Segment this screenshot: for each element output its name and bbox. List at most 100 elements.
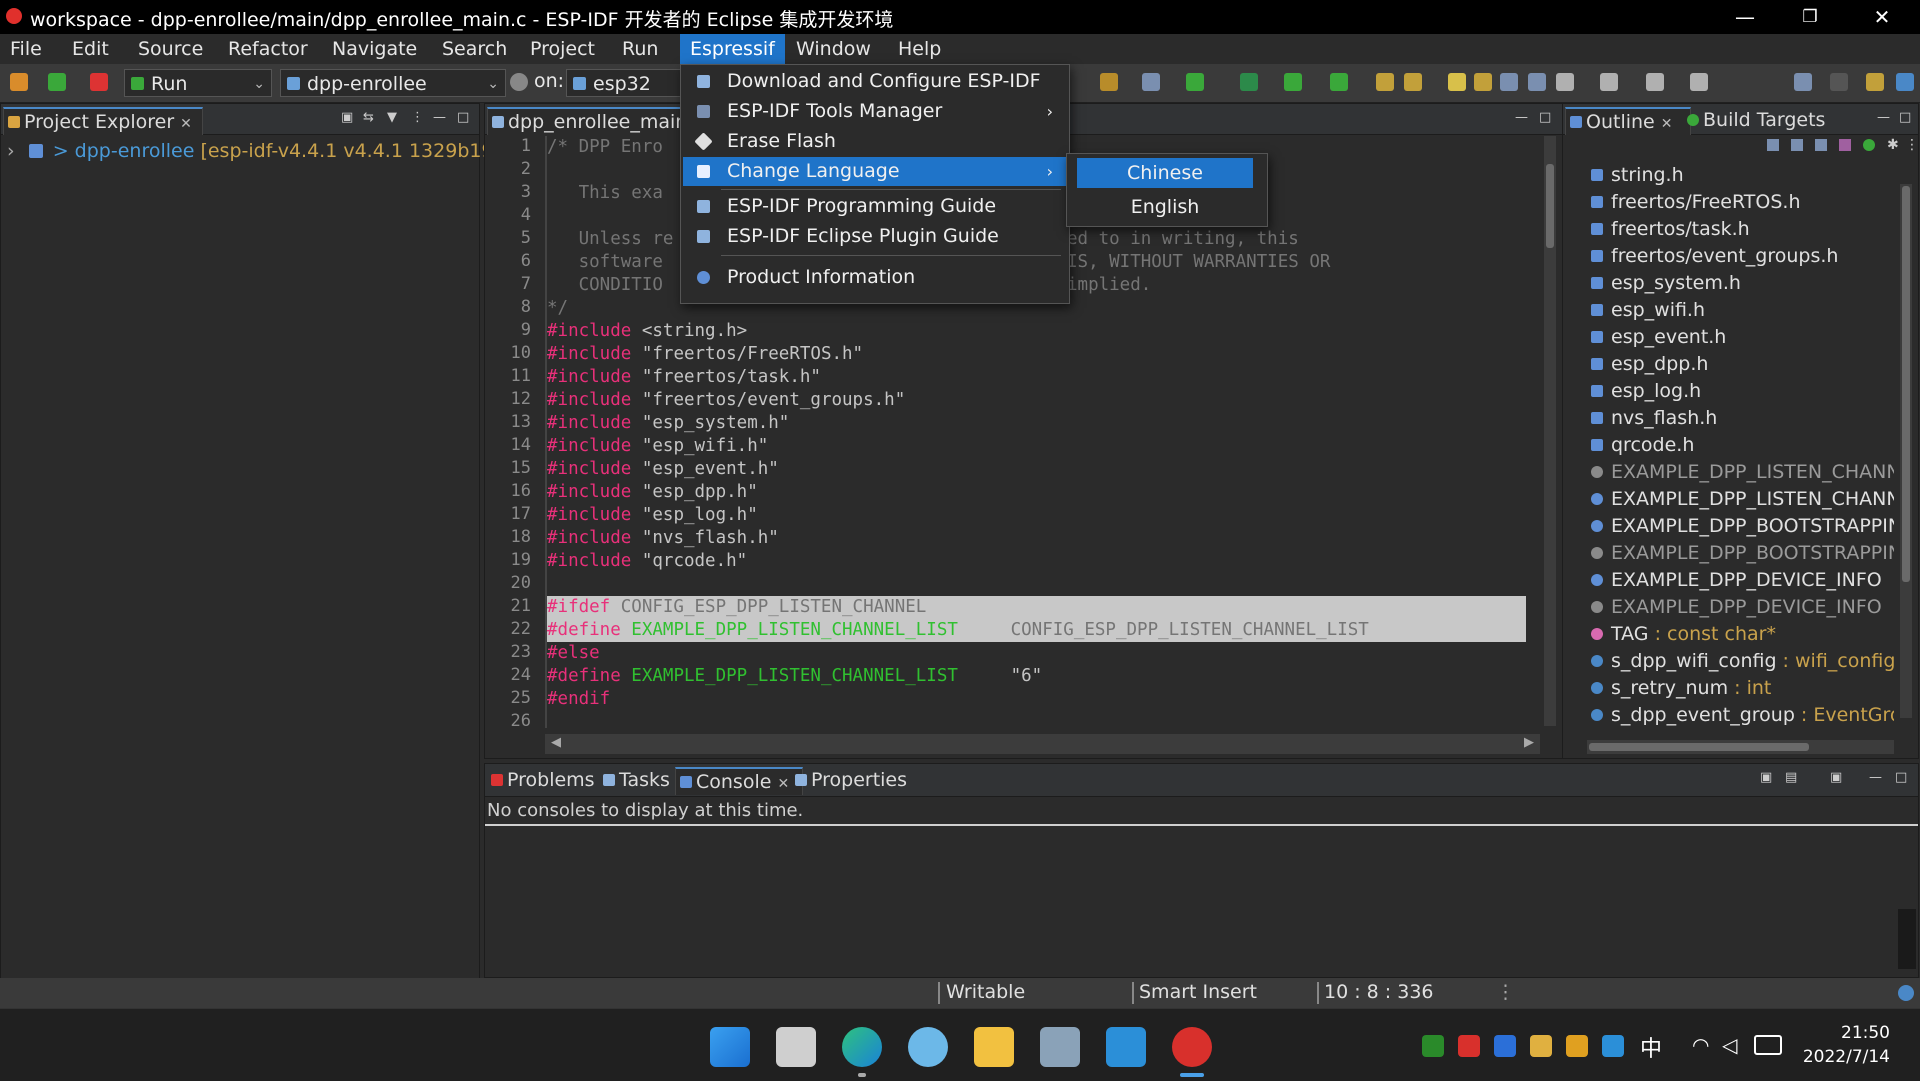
security-icon[interactable] — [1602, 1035, 1624, 1057]
scroll-right-icon[interactable]: ▶ — [1524, 735, 1534, 750]
display-console-icon[interactable]: ▣ — [1760, 770, 1772, 785]
minimize-view-icon[interactable]: — — [1515, 110, 1528, 125]
scroll-left-icon[interactable]: ◀ — [551, 735, 561, 750]
espressif-ide-icon[interactable] — [1172, 1027, 1212, 1067]
menu-help[interactable]: Help — [888, 34, 951, 64]
menu-project[interactable]: Project — [520, 34, 605, 64]
tab-console[interactable]: Console ✕ — [675, 767, 803, 795]
outline-horizontal-scrollbar[interactable] — [1587, 740, 1894, 754]
tab-build-targets[interactable]: Build Targets — [1683, 107, 1863, 133]
toolbar-icon[interactable] — [1186, 73, 1204, 91]
shield-icon[interactable] — [1566, 1035, 1588, 1057]
menu-run[interactable]: Run — [612, 34, 668, 64]
maximize-button[interactable]: ❐ — [1780, 0, 1840, 34]
pin-console-icon[interactable]: ▤ — [1785, 770, 1797, 785]
close-icon[interactable]: ✕ — [180, 116, 192, 132]
toolbar-icon[interactable] — [1794, 73, 1812, 91]
menu-item-plugin-guide[interactable]: ESP-IDF Eclipse Plugin Guide — [683, 222, 1067, 251]
stop-icon[interactable] — [90, 73, 108, 91]
search-icon[interactable] — [1830, 73, 1848, 91]
tray-app-icon[interactable] — [1530, 1035, 1552, 1057]
maximize-view-icon[interactable]: □ — [457, 110, 469, 125]
menu-item-change-language[interactable]: Change Language › — [683, 157, 1067, 186]
perspective-icon[interactable] — [1896, 73, 1914, 91]
calculator-icon[interactable] — [1040, 1027, 1080, 1067]
outline-item[interactable]: qrcode.h — [1611, 432, 1694, 458]
volume-icon[interactable]: ◁ — [1722, 1033, 1737, 1057]
open-console-icon[interactable]: ▣ — [1830, 770, 1842, 785]
outline-item[interactable]: esp_wifi.h — [1611, 297, 1705, 323]
toolbar-icon[interactable] — [1500, 73, 1518, 91]
vscode-icon[interactable] — [1106, 1027, 1146, 1067]
toolbar-icon[interactable] — [1474, 73, 1492, 91]
menu-refactor[interactable]: Refactor — [218, 34, 318, 64]
outline-item[interactable]: EXAMPLE_DPP_LISTEN_CHANNE — [1611, 486, 1894, 512]
project-tree-item[interactable]: › > dpp-enrollee [esp-idf-v4.4.1 v4.4.1 … — [7, 138, 501, 164]
toolbar-icon[interactable] — [1556, 73, 1574, 91]
outline-item[interactable]: s_retry_num : int — [1611, 675, 1771, 701]
link-editor-icon[interactable]: ⇆ — [363, 110, 374, 125]
gear-icon[interactable] — [510, 73, 528, 91]
view-menu-icon[interactable]: ⋮ — [411, 110, 424, 125]
outline-item[interactable]: freertos/FreeRTOS.h — [1611, 189, 1801, 215]
minimize-view-icon[interactable]: — — [1869, 770, 1882, 785]
status-more-icon[interactable]: ⋮ — [1496, 981, 1515, 1003]
close-icon[interactable]: ✕ — [777, 776, 789, 792]
editor-vertical-scrollbar[interactable] — [1544, 136, 1556, 726]
toolbar-icon[interactable] — [1448, 73, 1466, 91]
toolbar-icon[interactable] — [1330, 73, 1348, 91]
toolbar-icon[interactable] — [1284, 73, 1302, 91]
tray-app-icon[interactable] — [1458, 1035, 1480, 1057]
open-perspective-icon[interactable] — [1866, 73, 1884, 91]
outline-item[interactable]: EXAMPLE_DPP_DEVICE_INFO — [1611, 594, 1882, 620]
menu-window[interactable]: Window — [786, 34, 881, 64]
language-option-english[interactable]: English — [1077, 192, 1253, 222]
outline-item[interactable]: s_dpp_wifi_config : wifi_config_t — [1611, 648, 1894, 674]
tab-outline[interactable]: Outline ✕ — [1565, 107, 1691, 135]
wifi-icon[interactable]: ◠ — [1692, 1033, 1709, 1057]
minimize-view-icon[interactable]: — — [433, 110, 446, 125]
toolbar-icon[interactable] — [1404, 73, 1422, 91]
outline-item[interactable]: nvs_flash.h — [1611, 405, 1717, 431]
toolbar-icon[interactable] — [1600, 73, 1618, 91]
tab-properties[interactable]: Properties — [791, 767, 931, 793]
outline-item[interactable]: esp_system.h — [1611, 270, 1741, 296]
tab-problems[interactable]: Problems — [487, 767, 607, 793]
launch-mode-select[interactable]: Run ⌄ — [124, 69, 272, 97]
collapse-all-icon[interactable] — [1767, 139, 1779, 151]
maximize-view-icon[interactable]: □ — [1539, 110, 1551, 125]
toolbar-icon[interactable] — [1376, 73, 1394, 91]
menu-source[interactable]: Source — [128, 34, 213, 64]
outline-item[interactable]: string.h — [1611, 162, 1684, 188]
outline-item[interactable]: EXAMPLE_DPP_LISTEN_CHANNE — [1611, 459, 1894, 485]
back-icon[interactable] — [1646, 73, 1664, 91]
start-icon[interactable] — [710, 1027, 750, 1067]
task-view-icon[interactable] — [776, 1027, 816, 1067]
hide-fields-icon[interactable] — [1815, 139, 1827, 151]
notification-icon[interactable] — [1898, 985, 1914, 1001]
toolbar-icon[interactable] — [1142, 73, 1160, 91]
close-icon[interactable]: ✕ — [1661, 116, 1673, 132]
hide-static-icon[interactable] — [1839, 139, 1851, 151]
launch-config-select[interactable]: dpp-enrollee ⌄ — [280, 69, 506, 97]
menu-item-programming-guide[interactable]: ESP-IDF Programming Guide — [683, 192, 1067, 221]
menu-item-download-configure-esp-idf[interactable]: Download and Configure ESP-IDF — [683, 67, 1067, 96]
edge-browser-icon[interactable] — [842, 1027, 882, 1067]
outline-item[interactable]: freertos/task.h — [1611, 216, 1750, 242]
sort-icon[interactable] — [1791, 139, 1803, 151]
outline-item[interactable]: esp_event.h — [1611, 324, 1726, 350]
minimize-view-icon[interactable]: — — [1877, 110, 1890, 125]
toolbar-icon[interactable] — [1528, 73, 1546, 91]
editor-horizontal-scrollbar[interactable]: ◀ ▶ — [545, 734, 1540, 754]
menu-edit[interactable]: Edit — [62, 34, 119, 64]
console-scrollbar[interactable] — [1898, 909, 1916, 969]
scroll-thumb[interactable] — [1546, 164, 1554, 248]
toolbar-icon[interactable] — [1240, 73, 1258, 91]
tab-project-explorer[interactable]: Project Explorer ✕ — [3, 107, 203, 135]
menu-item-tools-manager[interactable]: ESP-IDF Tools Manager › — [683, 97, 1067, 126]
outline-item[interactable]: EXAMPLE_DPP_BOOTSTRAPPIN — [1611, 513, 1894, 539]
outline-item[interactable]: TAG : const char* — [1611, 621, 1776, 647]
maximize-view-icon[interactable]: □ — [1899, 110, 1911, 125]
close-button[interactable]: ✕ — [1852, 0, 1912, 34]
paint-icon[interactable] — [908, 1027, 948, 1067]
